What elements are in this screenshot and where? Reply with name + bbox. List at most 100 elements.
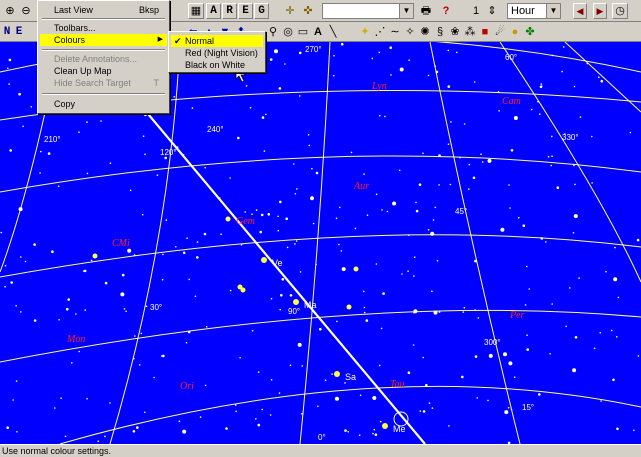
star [413,312,415,314]
menu-item-copy[interactable]: Copy [40,98,167,110]
chevron-down-icon[interactable]: ▼ [399,4,413,18]
constellation-icon[interactable]: ⋰ [373,24,387,40]
rectangle-icon[interactable]: ▭ [296,24,310,40]
star [274,49,278,54]
crosshair-icon[interactable]: ✛ [282,3,298,19]
star [447,85,451,88]
submenu-item-black-on-white[interactable]: Black on White [171,59,263,71]
star [4,285,6,288]
menu-item-colours[interactable]: Colours ▶ [40,34,167,46]
circle-target-icon[interactable]: ◎ [281,24,295,40]
printer-icon[interactable]: 🖶 [418,3,434,19]
planet-marker [382,423,388,429]
star [432,219,435,221]
submenu-item-label: Normal [185,36,215,46]
star [526,265,528,268]
object-select[interactable]: ▼ [322,3,414,19]
menu-item-last-view[interactable]: Last View Bksp [40,4,167,16]
star [301,413,303,415]
cluster-icon[interactable]: ⁂ [463,24,477,40]
star [427,74,430,77]
star [261,116,265,119]
step-back-icon[interactable]: ◀ [573,3,587,19]
zoom-in-icon[interactable]: ⊕ [2,3,18,19]
line-tool-icon[interactable]: ╲ [326,24,340,40]
star [480,153,482,155]
toolbar-letter-r[interactable]: R [222,3,237,19]
stepper-icon[interactable]: ⇕ [484,3,500,19]
star [503,352,507,357]
star [191,107,194,109]
help-icon[interactable]: ? [438,3,454,19]
zoom-out-icon[interactable]: ⊖ [18,3,34,19]
menu-item-label: Copy [54,99,76,109]
target-icon[interactable]: ✜ [300,3,316,19]
menu-item-clean-up-map[interactable]: Clean Up Map [40,65,167,77]
star [125,310,127,313]
star [340,42,344,46]
star [22,125,24,128]
star [8,83,10,85]
star [24,260,27,263]
star [438,311,441,313]
star [474,355,478,358]
chevron-down-icon[interactable]: ▼ [546,4,560,18]
bulb-icon[interactable]: ● [508,24,522,40]
double-star-icon[interactable]: ✧ [403,24,417,40]
grid-icon[interactable]: ▦ [188,3,204,19]
star [239,357,241,359]
milky-way-icon[interactable]: ∼ [388,24,402,40]
time-unit-select[interactable]: Hour ▼ [507,3,561,19]
star [140,332,143,335]
toolbar-letter-e[interactable]: E [238,3,253,19]
star [462,311,465,313]
telescope-icon[interactable]: ⚲ [266,24,280,40]
star [508,361,513,366]
north-button[interactable]: N [1,24,13,40]
star [413,275,415,277]
star [366,214,369,216]
star [18,207,23,212]
star [605,270,607,273]
star [598,76,600,78]
galaxy-icon[interactable]: § [433,24,447,40]
star [474,259,477,263]
star [19,256,22,258]
camera-icon[interactable]: ■ [478,24,492,40]
star [187,330,191,334]
star [251,213,253,215]
submenu-item-normal[interactable]: ✔ Normal [171,35,263,47]
star [374,433,378,437]
toolbar-letter-a[interactable]: A [206,3,221,19]
star [279,200,282,204]
menu-item-shortcut: T [153,78,160,88]
menu-item-label: Last View [54,5,93,15]
star [448,425,450,427]
bright-star [346,304,352,310]
star [315,263,317,266]
star [182,251,186,255]
clock-icon[interactable]: ◷ [612,3,628,19]
toolbar-letter-g[interactable]: G [254,3,269,19]
star [270,379,273,381]
star [422,152,424,155]
star [399,67,404,72]
east-button[interactable]: E [13,24,25,40]
menu-item-toolbars[interactable]: Toolbars... [40,22,167,34]
star [295,240,298,242]
text-annotation-icon[interactable]: A [311,24,325,40]
comet-icon[interactable]: ☄ [493,24,507,40]
planets-icon[interactable]: ✤ [523,24,537,40]
nebula-icon[interactable]: ❀ [448,24,462,40]
star [134,335,136,337]
star [573,214,578,219]
star [401,273,403,275]
star [277,215,279,218]
variable-star-icon[interactable]: ✺ [418,24,432,40]
star-icon[interactable]: ✦ [358,24,372,40]
submenu-item-red-night-vision[interactable]: Red (Night Vision) [171,47,263,59]
star [540,83,543,85]
star [335,217,338,220]
star [310,196,314,201]
step-forward-icon[interactable]: ▶ [593,3,607,19]
